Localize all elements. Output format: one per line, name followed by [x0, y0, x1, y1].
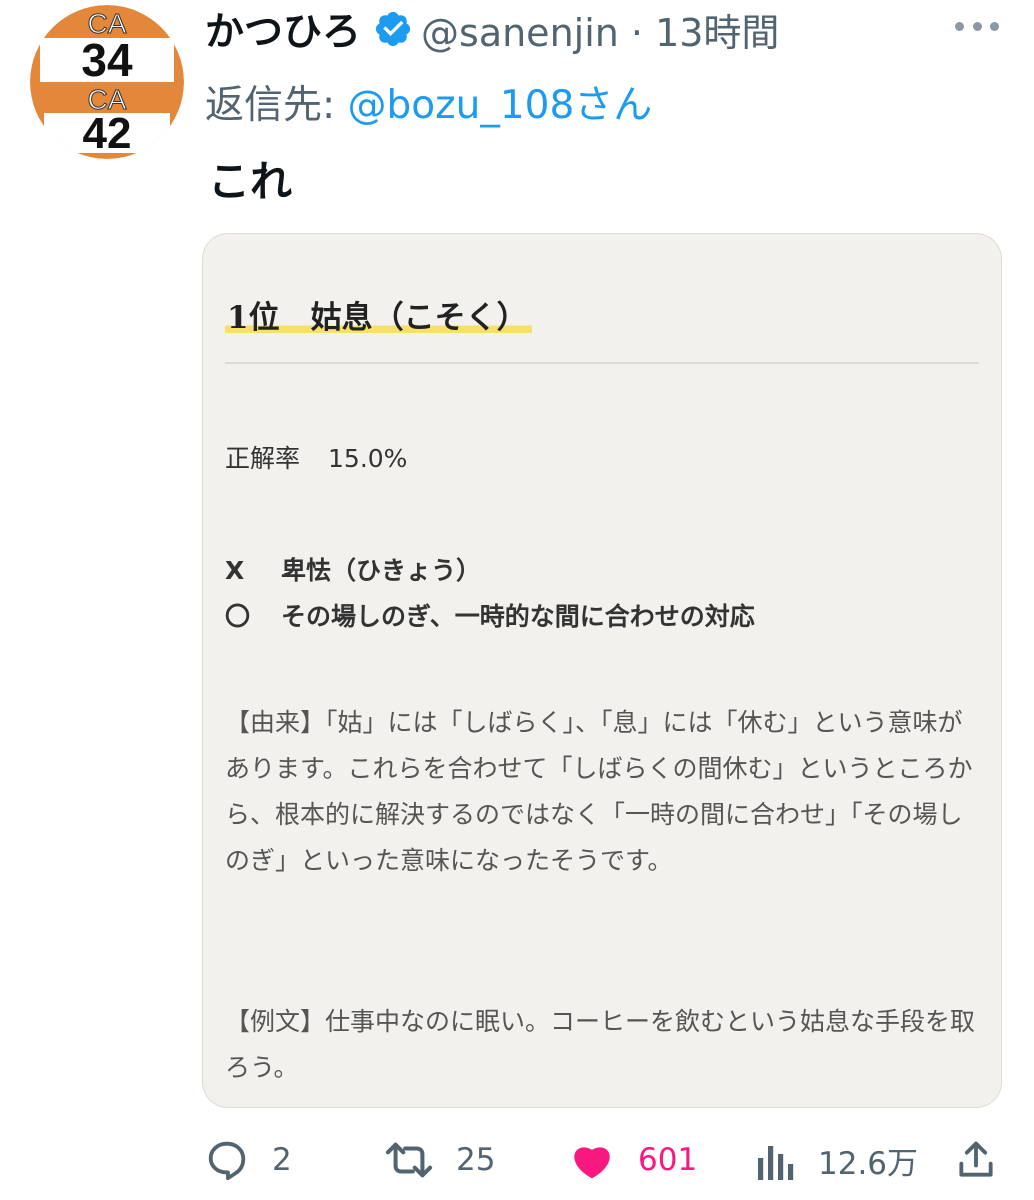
wrong-mark: X	[225, 556, 245, 585]
action-bar: 2 25 601 12.6万	[0, 1130, 1034, 1190]
tweet-text: これ	[208, 157, 293, 206]
handle-and-time[interactable]: @sanenjin · 13時間	[421, 2, 779, 57]
display-name[interactable]: かつひろ	[205, 1, 361, 57]
wrong-answer: X 卑怯（ひきょう）	[225, 551, 481, 587]
tweet-header: かつひろ @sanenjin · 13時間	[205, 1, 779, 57]
avatar[interactable]: CA 34 CA 42	[30, 5, 184, 159]
right-answer: 〇 その場しのぎ、一時的な間に合わせの対応	[225, 597, 755, 633]
retweet-count: 25	[456, 1142, 496, 1178]
origin-paragraph: 【由来】「姑」には「しばらく」、「息」には「休む」という意味があります。これらを…	[225, 708, 973, 875]
reply-to-link[interactable]: @bozu_108さん	[348, 83, 653, 128]
reply-count: 2	[272, 1142, 292, 1178]
share-icon	[959, 1141, 993, 1177]
views-chart-icon	[758, 1146, 794, 1180]
right-answer-text: その場しのぎ、一時的な間に合わせの対応	[281, 602, 755, 631]
wrong-answer-text: 卑怯（ひきょう）	[281, 556, 482, 585]
retweet-button[interactable]: 25	[384, 1130, 495, 1190]
right-mark: 〇	[225, 602, 251, 631]
avatar-text-42: 42	[83, 109, 132, 158]
views-count: 12.6万	[818, 1145, 919, 1182]
reply-to-line: 返信先: @bozu_108さん	[205, 74, 652, 130]
reply-icon	[208, 1141, 246, 1181]
share-button[interactable]	[954, 1130, 998, 1190]
correct-rate-label: 正解率	[225, 444, 301, 473]
card-divider	[225, 362, 979, 364]
correct-rate: 正解率 15.0%	[225, 439, 407, 475]
reply-button[interactable]: 2	[204, 1130, 292, 1190]
avatar-text-34: 34	[81, 34, 133, 86]
verified-badge-icon[interactable]	[373, 9, 413, 49]
views-button[interactable]: 12.6万	[756, 1130, 918, 1190]
like-button[interactable]: 601	[568, 1130, 697, 1190]
correct-rate-value: 15.0%	[328, 444, 408, 473]
more-options-icon[interactable]	[955, 14, 999, 38]
reply-prefix: 返信先:	[205, 83, 348, 128]
heart-icon	[574, 1147, 610, 1179]
like-count: 601	[638, 1142, 698, 1178]
card-title: 1位 姑息（こそく）	[225, 292, 532, 341]
retweet-icon	[385, 1142, 433, 1178]
example-paragraph: 【例文】仕事中なのに眠い。コーヒーを飲むという姑息な手段を取ろう。	[225, 1007, 976, 1082]
attached-image[interactable]: 1位 姑息（こそく） 正解率 15.0% X 卑怯（ひきょう） 〇 その場しのぎ、一時…	[202, 233, 1002, 1108]
